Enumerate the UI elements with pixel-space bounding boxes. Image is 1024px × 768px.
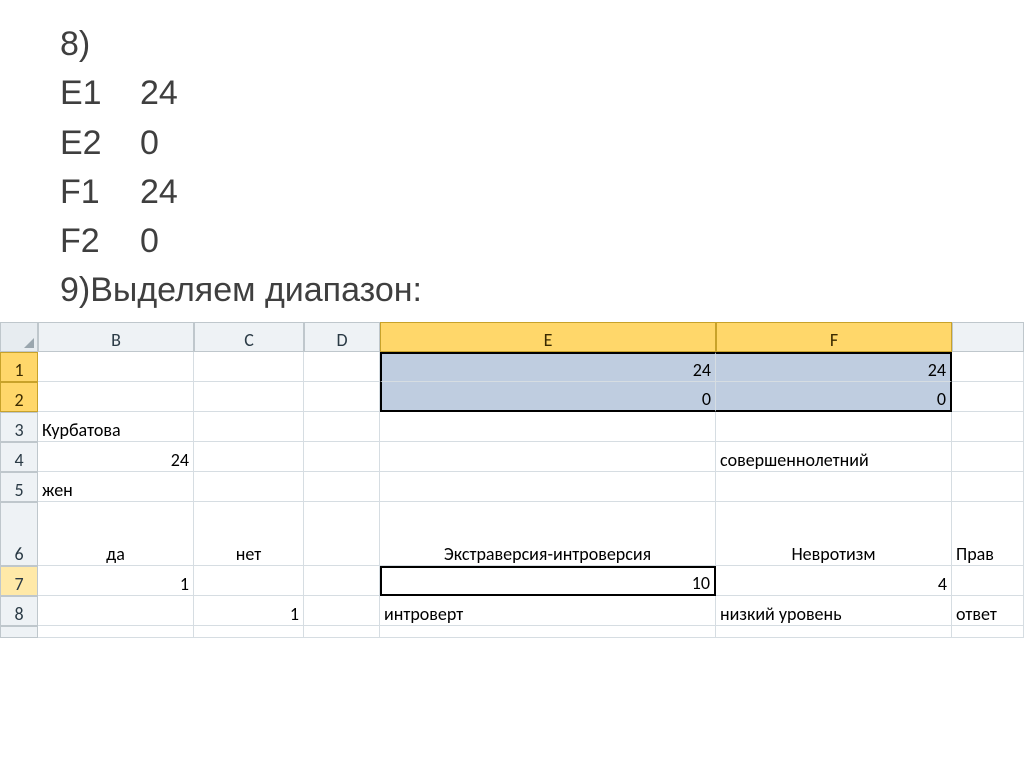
cell-C6[interactable]: нет xyxy=(194,502,304,566)
kv-key: Е2 xyxy=(60,119,140,168)
cell-D5[interactable] xyxy=(304,472,380,502)
cell-F2[interactable]: 0 xyxy=(716,382,952,412)
table-row xyxy=(0,626,1024,638)
cell-C2[interactable] xyxy=(194,382,304,412)
cell-F5[interactable] xyxy=(716,472,952,502)
kv-row: Е1 24 xyxy=(60,69,964,118)
cell-C4[interactable] xyxy=(194,442,304,472)
cell-E5[interactable] xyxy=(380,472,716,502)
cell-G6[interactable]: Прав xyxy=(952,502,1024,566)
spreadsheet: B C D E F 1 24 24 2 0 0 3 Курбатова 4 xyxy=(0,322,1024,638)
cell-B3[interactable]: Курбатова xyxy=(38,412,194,442)
row-header[interactable]: 5 xyxy=(0,472,38,502)
cell-D8[interactable] xyxy=(304,596,380,626)
cell-E2[interactable]: 0 xyxy=(380,382,716,412)
cell-G5[interactable] xyxy=(952,472,1024,502)
cell-G8[interactable]: ответ xyxy=(952,596,1024,626)
cell-G4[interactable] xyxy=(952,442,1024,472)
cell-D3[interactable] xyxy=(304,412,380,442)
cell-B2[interactable] xyxy=(38,382,194,412)
cell-D6[interactable] xyxy=(304,502,380,566)
kv-row: F2 0 xyxy=(60,217,964,266)
cell-D1[interactable] xyxy=(304,352,380,382)
cell-C7[interactable] xyxy=(194,566,304,596)
table-row: 5 жен xyxy=(0,472,1024,502)
cell-F3[interactable] xyxy=(716,412,952,442)
cell[interactable] xyxy=(194,626,304,638)
col-header-F[interactable]: F xyxy=(716,322,952,352)
cell-B7[interactable]: 1 xyxy=(38,566,194,596)
table-row: 4 24 совершеннолетний xyxy=(0,442,1024,472)
cell-C1[interactable] xyxy=(194,352,304,382)
cell-E7-active[interactable]: 10 xyxy=(380,566,716,596)
kv-key: F2 xyxy=(60,217,140,266)
line-8: 8) xyxy=(60,20,964,69)
cell-G7[interactable] xyxy=(952,566,1024,596)
col-header-E[interactable]: E xyxy=(380,322,716,352)
table-row: 3 Курбатова xyxy=(0,412,1024,442)
row-header[interactable]: 4 xyxy=(0,442,38,472)
kv-val: 24 xyxy=(140,69,178,118)
col-header-D[interactable]: D xyxy=(304,322,380,352)
cell-E6[interactable]: Экстраверсия-интроверсия xyxy=(380,502,716,566)
cell-F1[interactable]: 24 xyxy=(716,352,952,382)
cell-D2[interactable] xyxy=(304,382,380,412)
col-header-C[interactable]: C xyxy=(194,322,304,352)
cell-D7[interactable] xyxy=(304,566,380,596)
row-header[interactable]: 6 xyxy=(0,502,38,566)
cell-C8[interactable]: 1 xyxy=(194,596,304,626)
table-row: 8 1 интроверт низкий уровень ответ xyxy=(0,596,1024,626)
kv-key: Е1 xyxy=(60,69,140,118)
column-header-row: B C D E F xyxy=(0,322,1024,352)
col-header-B[interactable]: B xyxy=(38,322,194,352)
cell-B8[interactable] xyxy=(38,596,194,626)
cell-E8[interactable]: интроверт xyxy=(380,596,716,626)
row-header[interactable]: 3 xyxy=(0,412,38,442)
cell-B4[interactable]: 24 xyxy=(38,442,194,472)
cell-C5[interactable] xyxy=(194,472,304,502)
kv-val: 24 xyxy=(140,168,178,217)
select-all-triangle[interactable] xyxy=(0,322,38,352)
cell[interactable] xyxy=(38,626,194,638)
cell[interactable] xyxy=(304,626,380,638)
cell-F4[interactable]: совершеннолетний xyxy=(716,442,952,472)
row-header[interactable]: 2 xyxy=(0,382,38,412)
kv-val: 0 xyxy=(140,217,159,266)
row-header[interactable]: 7 xyxy=(0,566,38,596)
col-header-G[interactable] xyxy=(952,322,1024,352)
row-header[interactable] xyxy=(0,626,38,638)
cell-F8[interactable]: низкий уровень xyxy=(716,596,952,626)
cell-C3[interactable] xyxy=(194,412,304,442)
row-header[interactable]: 8 xyxy=(0,596,38,626)
cell-B6[interactable]: да xyxy=(38,502,194,566)
cell-G2[interactable] xyxy=(952,382,1024,412)
kv-val: 0 xyxy=(140,119,159,168)
table-row: 2 0 0 xyxy=(0,382,1024,412)
cell-B1[interactable] xyxy=(38,352,194,382)
cell-F7[interactable]: 4 xyxy=(716,566,952,596)
kv-key: F1 xyxy=(60,168,140,217)
table-row: 7 1 10 4 xyxy=(0,566,1024,596)
table-row: 6 да нет Экстраверсия-интроверсия Неврот… xyxy=(0,502,1024,566)
cell-B5[interactable]: жен xyxy=(38,472,194,502)
cell[interactable] xyxy=(380,626,716,638)
grid-table[interactable]: B C D E F 1 24 24 2 0 0 3 Курбатова 4 xyxy=(0,322,1024,638)
cell-F6[interactable]: Невротизм xyxy=(716,502,952,566)
cell-G1[interactable] xyxy=(952,352,1024,382)
table-row: 1 24 24 xyxy=(0,352,1024,382)
cell[interactable] xyxy=(716,626,952,638)
cell-G3[interactable] xyxy=(952,412,1024,442)
cell-E3[interactable] xyxy=(380,412,716,442)
cell-E1[interactable]: 24 xyxy=(380,352,716,382)
kv-row: Е2 0 xyxy=(60,119,964,168)
cell-E4[interactable] xyxy=(380,442,716,472)
instruction-text: 8) Е1 24 Е2 0 F1 24 F2 0 9)Выделяем диап… xyxy=(0,0,1024,316)
kv-row: F1 24 xyxy=(60,168,964,217)
row-header[interactable]: 1 xyxy=(0,352,38,382)
cell-D4[interactable] xyxy=(304,442,380,472)
line-9: 9)Выделяем диапазон: xyxy=(60,266,964,315)
cell[interactable] xyxy=(952,626,1024,638)
